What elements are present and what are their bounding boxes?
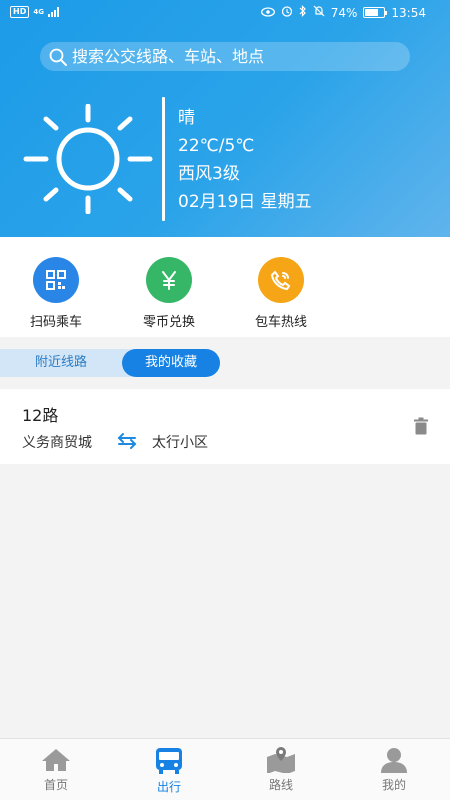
alarm-icon [281, 5, 293, 20]
nav-travel-label: 出行 [156, 780, 181, 794]
battery-icon [363, 7, 388, 18]
map-icon [267, 747, 295, 773]
coin-exchange-label: 零币兑换 [142, 315, 195, 330]
weather-wind: 西风3级 [178, 164, 240, 184]
route-name: 12路 [22, 406, 59, 425]
nav-home[interactable]: 首页 [16, 747, 96, 793]
status-left: HD 4G [10, 6, 59, 18]
delete-icon[interactable] [412, 417, 430, 435]
eye-icon [260, 6, 275, 20]
qr-code-icon [33, 257, 79, 303]
nav-routes[interactable]: 路线 [241, 747, 321, 793]
charter-hotline-label: 包车热线 [254, 315, 307, 330]
weather-header: HD 4G 74% 13:54 搜索公交线路、车站、地点 晴 22℃/5℃ 西风… [0, 0, 450, 237]
charter-hotline-button[interactable]: 包车热线 [231, 257, 331, 330]
status-bar: HD 4G 74% 13:54 [0, 0, 450, 26]
tab-nearby-routes[interactable]: 附近线路 [0, 349, 122, 377]
phone-icon [258, 257, 304, 303]
coin-exchange-button[interactable]: 零币兑换 [119, 257, 219, 330]
two-way-arrow-icon [117, 433, 137, 449]
nav-routes-label: 路线 [268, 778, 293, 792]
battery-fill [365, 9, 379, 16]
bottom-navigation: 首页 出行 路线 我的 [0, 738, 450, 800]
weather-divider [162, 97, 165, 221]
scan-ride-button[interactable]: 扫码乘车 [6, 257, 106, 330]
favorite-route-card[interactable]: 12路 义务商贸城 太行小区 [0, 389, 450, 464]
nav-travel[interactable]: 出行 [129, 747, 209, 795]
status-right: 74% 13:54 [260, 5, 426, 20]
hd-badge: HD [10, 6, 30, 18]
nav-home-label: 首页 [43, 778, 68, 792]
weather-temperature: 22℃/5℃ [178, 136, 255, 156]
battery-percent: 74% [330, 5, 358, 20]
route-tabs: 附近线路 我的收藏 [0, 349, 220, 377]
bus-icon [156, 748, 182, 774]
scan-ride-label: 扫码乘车 [29, 315, 82, 330]
search-input[interactable] [72, 47, 392, 66]
nav-mine[interactable]: 我的 [354, 747, 434, 793]
route-to-stop: 太行小区 [152, 435, 208, 451]
nav-mine-label: 我的 [381, 778, 406, 792]
weather-info: 晴 22℃/5℃ 西风3级 02月19日 星期五 [178, 104, 312, 216]
mute-bell-icon [313, 5, 325, 20]
search-bar[interactable] [40, 42, 410, 71]
bluetooth-icon [299, 5, 307, 20]
search-icon [49, 48, 67, 66]
clock: 13:54 [391, 5, 426, 20]
weather-date: 02月19日 星期五 [178, 192, 312, 212]
network-type: 4G [33, 7, 44, 16]
home-icon [42, 749, 70, 771]
signal-icon [47, 7, 59, 17]
profile-icon [381, 748, 407, 773]
yuan-icon [146, 257, 192, 303]
weather-condition: 晴 [178, 108, 195, 128]
app-screen: HD 4G 74% 13:54 搜索公交线路、车站、地点 晴 22℃/5℃ 西风… [0, 0, 450, 800]
sunny-weather-icon [23, 104, 153, 214]
route-from-stop: 义务商贸城 [22, 435, 92, 451]
tab-my-favorites[interactable]: 我的收藏 [122, 349, 220, 377]
quick-actions: 扫码乘车 零币兑换 包车热线 [0, 237, 450, 337]
